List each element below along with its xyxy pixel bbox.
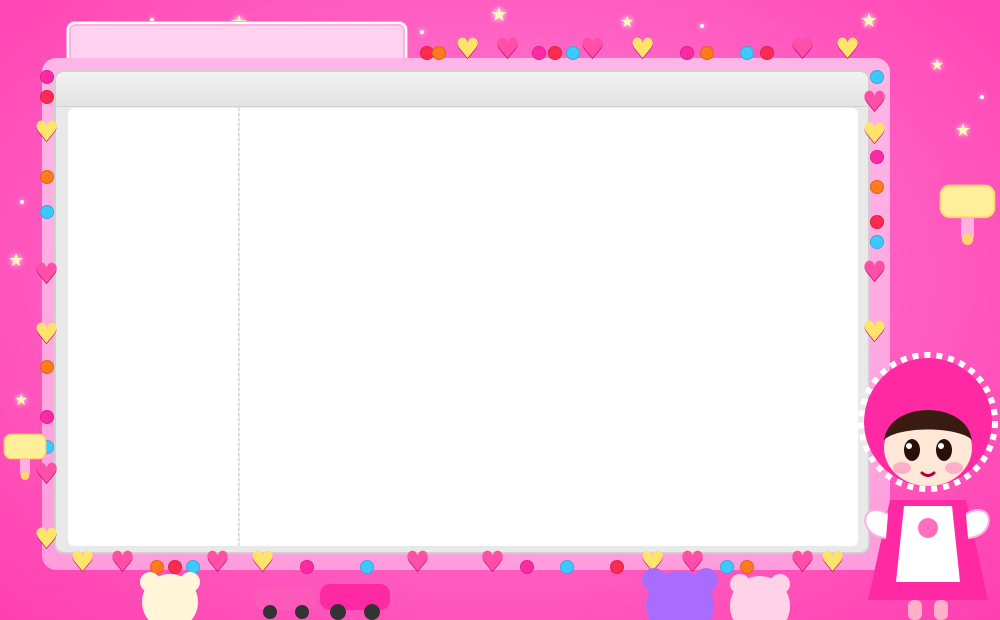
main-pane[interactable] <box>240 108 858 546</box>
teddy-bear-icon <box>730 574 790 620</box>
main-panel <box>54 70 870 554</box>
toy-car-icon <box>255 588 315 619</box>
sparkle-icon: ★ <box>14 390 29 409</box>
sparkle-icon: ★ <box>8 250 25 271</box>
left-pane[interactable] <box>68 108 239 546</box>
sparkle-dot <box>980 95 984 99</box>
lamp-icon <box>3 433 47 480</box>
teddy-bear-icon <box>140 572 200 620</box>
toy-car-icon <box>320 584 390 620</box>
sparkle-icon: ★ <box>620 12 635 31</box>
sparkle-dot <box>20 200 24 204</box>
sparkle-icon: ★ <box>955 120 972 141</box>
toy-bottom-row <box>140 568 790 620</box>
lamp-icon <box>939 184 996 245</box>
sparkle-icon: ★ <box>490 2 508 26</box>
sparkle-dot <box>700 24 704 28</box>
sparkle-icon: ★ <box>930 55 945 74</box>
app-window: ★ ★ ★ ★ ★ ★ ★ ★ ★ ♥ ♥ ♥ ♥ ♥ ♥ <box>0 0 1000 620</box>
panel-top-bar <box>56 72 868 107</box>
teddy-bear-icon <box>642 568 718 620</box>
sparkle-icon: ★ <box>860 8 878 32</box>
sparkle-dot <box>420 30 424 34</box>
